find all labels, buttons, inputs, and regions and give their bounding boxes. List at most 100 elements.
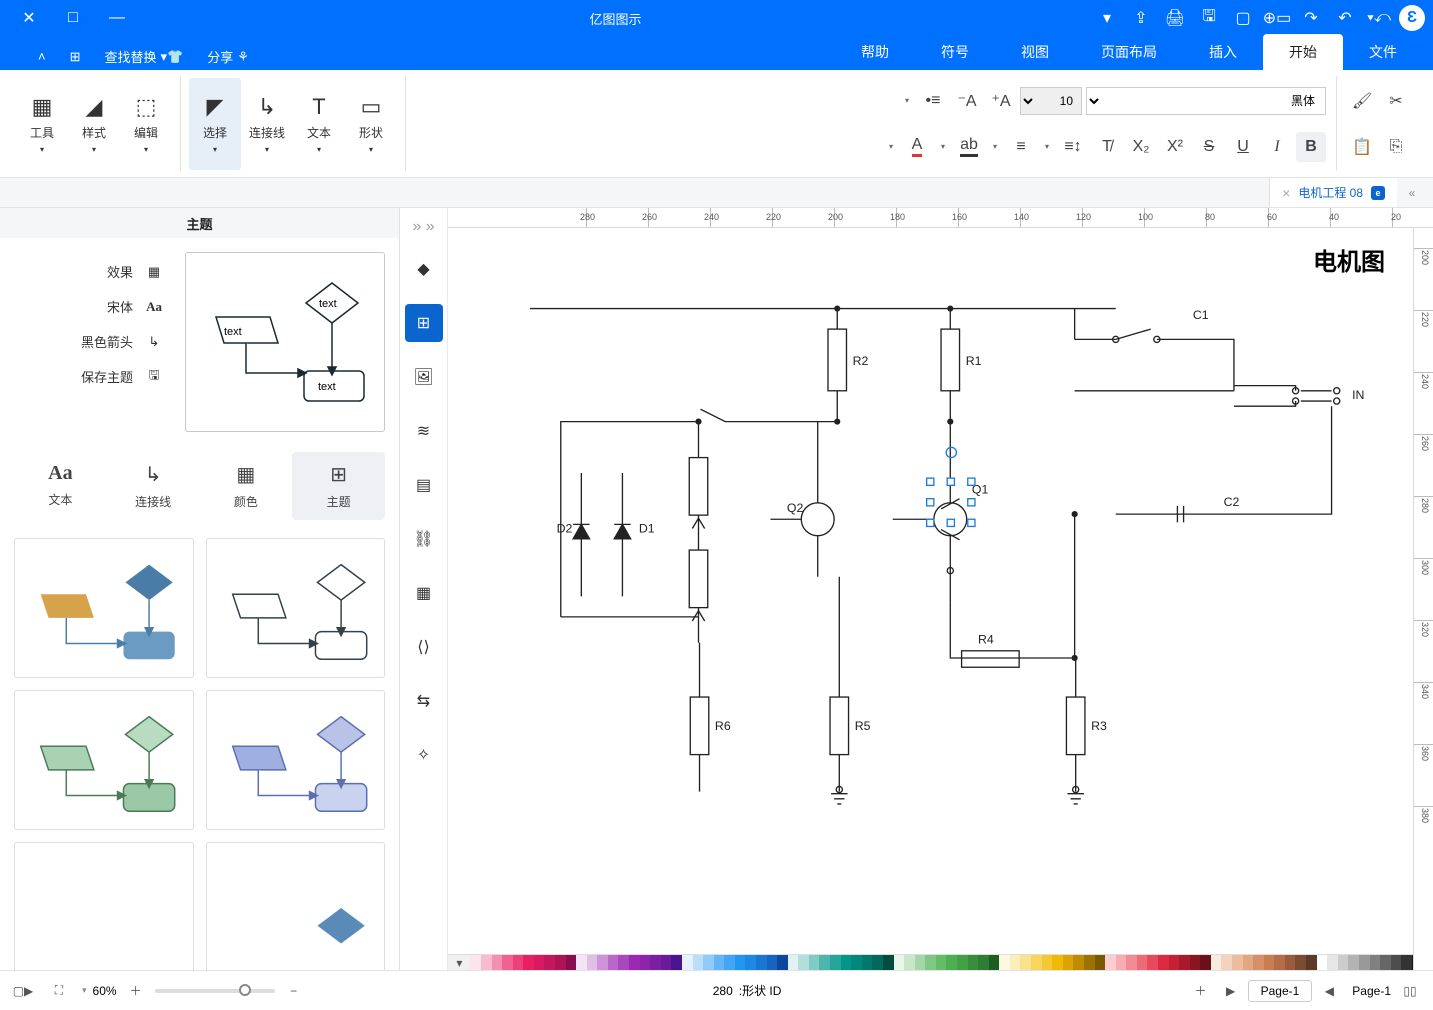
decrease-font-icon[interactable]: A⁻	[952, 86, 982, 116]
color-swatch[interactable]	[640, 955, 651, 970]
color-swatch[interactable]	[767, 955, 778, 970]
window-restore-icon[interactable]: ▢	[1229, 4, 1257, 32]
color-swatch[interactable]	[1020, 955, 1031, 970]
clear-format-button[interactable]: T̸	[1092, 132, 1122, 162]
underline-button[interactable]: U	[1228, 132, 1258, 162]
prop-connector[interactable]: ↳黑色箭头	[14, 332, 165, 351]
color-swatch[interactable]	[777, 955, 788, 970]
theme-card[interactable]	[206, 690, 386, 830]
color-swatch[interactable]	[587, 955, 598, 970]
color-swatch[interactable]	[851, 955, 862, 970]
color-swatch[interactable]	[1095, 955, 1106, 970]
color-swatch[interactable]	[682, 955, 693, 970]
zoom-in-button[interactable]: ＋	[123, 978, 149, 1004]
qat-more-icon[interactable]: ▾	[1093, 4, 1121, 32]
vtool-calc-icon[interactable]: ▦	[405, 574, 443, 612]
theme-card[interactable]	[206, 538, 386, 678]
color-swatch[interactable]	[502, 955, 513, 970]
color-swatch[interactable]	[1264, 955, 1275, 970]
subscript-button[interactable]: X₂	[1126, 132, 1156, 162]
color-swatch[interactable]	[608, 955, 619, 970]
find-replace-button[interactable]: 👕▾查找替换	[97, 43, 192, 70]
color-swatch[interactable]	[492, 955, 503, 970]
color-swatch[interactable]	[745, 955, 756, 970]
collapse-ribbon-icon[interactable]: ˄	[30, 45, 54, 68]
color-swatch[interactable]	[1380, 955, 1391, 970]
increase-font-icon[interactable]: A⁺	[986, 86, 1016, 116]
color-swatch[interactable]	[841, 955, 852, 970]
share-button[interactable]: ⚘分享	[199, 43, 257, 70]
tab-symbol[interactable]: 符号	[915, 34, 995, 70]
presentation-icon[interactable]: ▶▢	[10, 978, 36, 1004]
color-swatch[interactable]	[523, 955, 534, 970]
select-button[interactable]: ◤选择▾	[189, 78, 241, 170]
color-swatch[interactable]	[671, 955, 682, 970]
vtool-page-icon[interactable]: ▤	[405, 466, 443, 504]
minimize-button[interactable]: —	[96, 0, 138, 36]
color-swatch[interactable]	[1295, 955, 1306, 970]
save-icon[interactable]: ▭⊕	[1263, 4, 1291, 32]
color-swatch[interactable]	[1200, 955, 1211, 970]
style-button[interactable]: ◢样式▾	[68, 78, 120, 170]
bullet-list-icon[interactable]: ≡•	[918, 86, 948, 116]
color-swatch[interactable]	[650, 955, 661, 970]
tab-help[interactable]: 帮助	[835, 34, 915, 70]
color-swatch[interactable]	[1243, 955, 1254, 970]
zoom-slider[interactable]	[155, 989, 275, 993]
color-swatch[interactable]	[788, 955, 799, 970]
bold-button[interactable]: B	[1296, 132, 1326, 162]
line-spacing-icon[interactable]: ↕≡	[1058, 132, 1088, 162]
canvas-viewport[interactable]: 电机图 IN C1	[448, 228, 1413, 954]
color-swatch[interactable]	[1084, 955, 1095, 970]
color-swatch[interactable]	[756, 955, 767, 970]
color-swatch[interactable]	[618, 955, 629, 970]
vtool-link-icon[interactable]: ⇆	[405, 682, 443, 720]
color-swatch[interactable]	[1391, 955, 1402, 970]
subtab-theme[interactable]: ⊞主题	[292, 452, 385, 520]
shape-button[interactable]: ▭形状▾	[345, 78, 397, 170]
color-swatch[interactable]	[576, 955, 587, 970]
tab-list-icon[interactable]: »	[1397, 178, 1427, 207]
cut-icon[interactable]: ✂	[1381, 86, 1411, 116]
edit-button[interactable]: ⬚编辑▾	[120, 78, 172, 170]
color-swatch[interactable]	[1116, 955, 1127, 970]
color-swatch[interactable]	[1158, 955, 1169, 970]
color-swatch[interactable]	[1190, 955, 1201, 970]
color-swatch[interactable]	[946, 955, 957, 970]
color-swatch[interactable]	[1042, 955, 1053, 970]
color-swatch[interactable]	[862, 955, 873, 970]
superscript-button[interactable]: X²	[1160, 132, 1190, 162]
page-tab[interactable]: Page-1	[1248, 980, 1313, 1002]
apps-icon[interactable]: ⊞	[62, 45, 89, 69]
color-swatch[interactable]	[1359, 955, 1370, 970]
color-swatch[interactable]	[1370, 955, 1381, 970]
color-swatch[interactable]	[629, 955, 640, 970]
color-swatch[interactable]	[1317, 955, 1328, 970]
vtool-image-icon[interactable]: 🖼	[405, 358, 443, 396]
color-swatch[interactable]	[1348, 955, 1359, 970]
color-swatch[interactable]	[1073, 955, 1084, 970]
vtool-fill-icon[interactable]: ◆	[405, 250, 443, 288]
italic-button[interactable]: I	[1262, 132, 1292, 162]
add-page-button[interactable]: ＋	[1188, 978, 1214, 1004]
prop-font[interactable]: Aa宋体	[14, 297, 165, 316]
color-swatch[interactable]	[1221, 955, 1232, 970]
format-painter-icon[interactable]: 🖌	[1347, 86, 1377, 116]
highlight-icon[interactable]: ab	[954, 132, 984, 162]
color-swatch[interactable]	[1401, 955, 1412, 970]
color-swatch[interactable]	[872, 955, 883, 970]
color-swatch[interactable]	[1285, 955, 1296, 970]
fit-page-icon[interactable]: ⛶	[46, 978, 72, 1004]
font-color-icon[interactable]: A	[902, 132, 932, 162]
vtool-code-icon[interactable]: ⟨⟩	[405, 628, 443, 666]
color-swatch[interactable]	[714, 955, 725, 970]
zoom-out-button[interactable]: −	[281, 978, 307, 1004]
color-swatch[interactable]	[1169, 955, 1180, 970]
color-swatch[interactable]	[1063, 955, 1074, 970]
color-swatch[interactable]	[1031, 955, 1042, 970]
color-swatch[interactable]	[555, 955, 566, 970]
color-swatch[interactable]	[894, 955, 905, 970]
color-swatch[interactable]	[1137, 955, 1148, 970]
close-tab-icon[interactable]: ×	[1282, 185, 1290, 201]
color-swatch[interactable]	[724, 955, 735, 970]
